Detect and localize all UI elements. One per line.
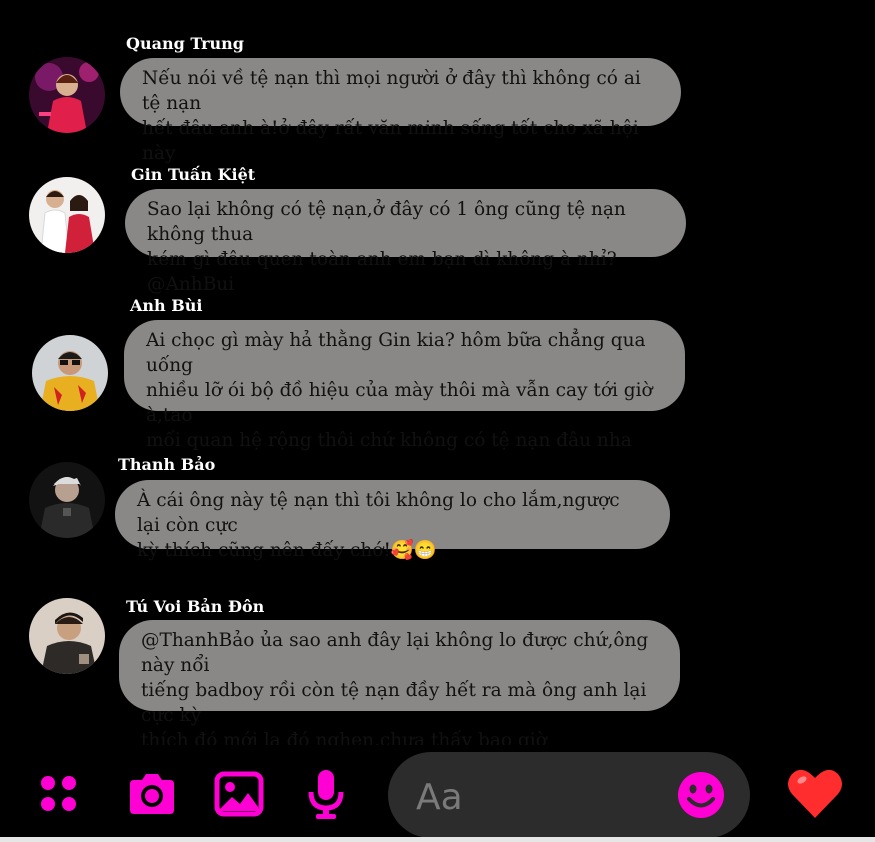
sender-name: Quang Trung [126, 34, 244, 53]
avatar[interactable] [29, 462, 105, 538]
avatar[interactable] [32, 335, 108, 411]
image-icon[interactable] [214, 771, 264, 817]
sender-name: Thanh Bảo [118, 455, 216, 474]
message-bubble[interactable]: Sao lại không có tệ nạn,ở đây có 1 ông c… [125, 189, 686, 295]
chat-screen: Quang Trung Nếu nói về tệ nạn thì mọi ng… [0, 0, 875, 842]
sender-name: Gin Tuấn Kiệt [131, 165, 256, 184]
message-bubble[interactable]: À cái ông này tệ nạn thì tôi không lo ch… [115, 480, 670, 561]
message-composer[interactable] [388, 752, 750, 838]
avatar[interactable] [29, 177, 105, 253]
grid-dots-icon[interactable] [38, 773, 80, 815]
smile-emoji-icon[interactable] [676, 770, 726, 820]
divider [0, 837, 875, 842]
sender-name: Anh Bùi [130, 296, 203, 315]
message-bubble[interactable]: @ThanhBảo ủa sao anh đây lại không lo đư… [119, 620, 680, 751]
message-input[interactable] [414, 774, 668, 820]
camera-icon[interactable] [126, 770, 178, 818]
microphone-icon[interactable] [306, 768, 346, 820]
message-bubble[interactable]: Nếu nói về tệ nạn thì mọi người ở đây th… [120, 58, 681, 164]
avatar[interactable] [29, 598, 105, 674]
heart-icon[interactable] [786, 766, 844, 820]
avatar[interactable] [29, 57, 105, 133]
message-bubble[interactable]: Ai chọc gì mày hả thằng Gin kia? hôm bữa… [124, 320, 685, 451]
sender-name: Tú Voi Bản Đôn [126, 597, 265, 616]
